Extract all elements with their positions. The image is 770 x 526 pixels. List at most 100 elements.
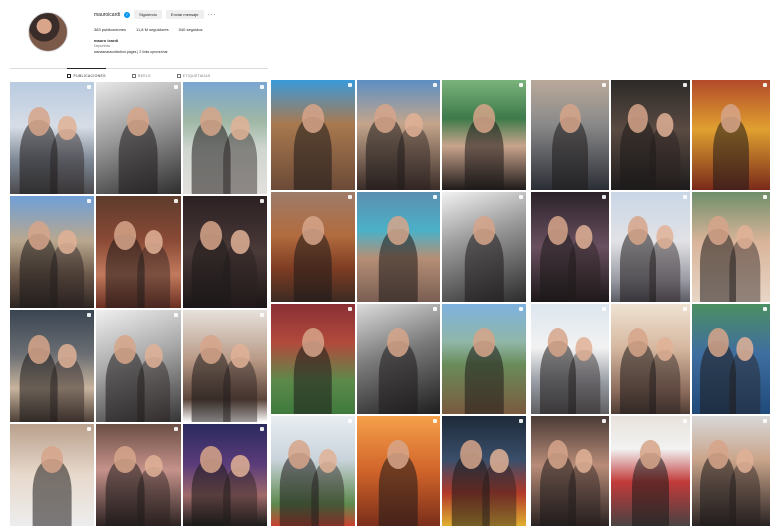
post-thumbnail[interactable] bbox=[442, 192, 526, 302]
multi-photo-icon bbox=[87, 85, 92, 89]
post-thumbnail[interactable] bbox=[531, 192, 610, 302]
post-thumbnail[interactable] bbox=[96, 310, 181, 422]
post-thumbnail[interactable] bbox=[182, 82, 267, 194]
multi-photo-icon bbox=[602, 195, 607, 199]
multi-photo-icon bbox=[518, 83, 523, 87]
more-options-icon[interactable]: ··· bbox=[208, 12, 217, 18]
person-head bbox=[58, 115, 77, 141]
post-thumbnail[interactable] bbox=[10, 196, 95, 308]
person-head bbox=[547, 440, 568, 469]
profile-bio[interactable]: wandanaracollection.pages | 2 links opro… bbox=[94, 50, 168, 54]
post-thumbnail[interactable] bbox=[691, 192, 770, 302]
post-thumbnail[interactable] bbox=[182, 424, 267, 526]
person-head bbox=[301, 328, 324, 357]
multi-photo-icon bbox=[518, 419, 523, 423]
post-thumbnail[interactable] bbox=[10, 310, 95, 422]
post-thumbnail[interactable] bbox=[531, 416, 610, 526]
post-thumbnail[interactable] bbox=[531, 304, 610, 414]
post-thumbnail[interactable] bbox=[611, 416, 690, 526]
post-thumbnail[interactable] bbox=[356, 304, 441, 414]
person-head bbox=[200, 334, 223, 364]
person-head bbox=[720, 104, 742, 133]
post-thumbnail[interactable] bbox=[10, 424, 95, 526]
post-thumbnail[interactable] bbox=[356, 192, 441, 302]
person-head bbox=[27, 106, 50, 136]
post-thumbnail[interactable] bbox=[691, 80, 770, 190]
multi-photo-icon bbox=[602, 83, 607, 87]
post-thumbnail[interactable] bbox=[442, 80, 526, 190]
post-thumbnail[interactable] bbox=[691, 416, 770, 526]
multi-photo-icon bbox=[173, 427, 178, 431]
post-thumbnail[interactable] bbox=[10, 82, 95, 194]
tab-etiquetadas[interactable]: ETIQUETADAS bbox=[176, 69, 211, 79]
post-thumbnail[interactable] bbox=[442, 416, 526, 526]
person-head bbox=[387, 440, 410, 469]
post-thumbnail[interactable] bbox=[271, 80, 355, 190]
multi-photo-icon bbox=[602, 307, 607, 311]
person-head bbox=[708, 216, 729, 245]
send-message-button[interactable]: Enviar mensaje bbox=[165, 10, 204, 19]
person-head bbox=[473, 328, 496, 357]
following-button[interactable]: Siguiendo bbox=[134, 10, 162, 19]
followers-count[interactable]: 11,8 M seguidores bbox=[136, 27, 169, 32]
multi-photo-icon bbox=[763, 83, 767, 87]
post-thumbnail[interactable] bbox=[611, 192, 690, 302]
person-head bbox=[640, 440, 661, 469]
grid-icon bbox=[67, 73, 72, 78]
following-count[interactable]: 540 seguidos bbox=[179, 27, 203, 32]
person-head bbox=[301, 216, 324, 245]
multi-photo-icon bbox=[682, 83, 687, 87]
person-head bbox=[627, 104, 649, 133]
post-thumbnail[interactable] bbox=[271, 304, 355, 414]
person-head bbox=[114, 220, 136, 250]
post-thumbnail[interactable] bbox=[442, 304, 526, 414]
multi-photo-icon bbox=[173, 199, 178, 203]
tab-publicaciones[interactable]: PUBLICACIONES bbox=[67, 68, 106, 79]
multi-photo-icon bbox=[682, 307, 687, 311]
multi-photo-icon bbox=[763, 419, 767, 423]
post-thumbnail[interactable] bbox=[356, 80, 441, 190]
person-head bbox=[127, 106, 150, 136]
tab-reels[interactable]: REELS bbox=[131, 69, 151, 79]
person-head bbox=[230, 343, 250, 369]
multi-photo-icon bbox=[763, 195, 767, 199]
posts-grid-left bbox=[10, 82, 267, 526]
multi-photo-icon bbox=[518, 307, 523, 311]
post-thumbnail[interactable] bbox=[531, 80, 610, 190]
post-thumbnail[interactable] bbox=[611, 304, 690, 414]
post-thumbnail[interactable] bbox=[182, 310, 267, 422]
post-thumbnail[interactable] bbox=[96, 82, 181, 194]
multi-photo-icon bbox=[173, 313, 178, 317]
profile-stats: 383 publicaciones 11,8 M seguidores 540 … bbox=[94, 27, 202, 32]
person-head bbox=[473, 104, 496, 133]
person-head bbox=[387, 328, 410, 357]
profile-category: Deportista bbox=[94, 44, 110, 48]
post-thumbnail[interactable] bbox=[271, 192, 355, 302]
post-thumbnail[interactable] bbox=[271, 416, 355, 526]
avatar[interactable] bbox=[28, 12, 68, 52]
person-head bbox=[230, 229, 250, 255]
person-head bbox=[200, 106, 223, 136]
multi-photo-icon bbox=[433, 419, 438, 423]
tagged-icon bbox=[176, 73, 181, 78]
post-thumbnail[interactable] bbox=[611, 80, 690, 190]
person-head bbox=[708, 440, 729, 469]
profile-tabs: PUBLICACIONES REELS ETIQUETADAS bbox=[10, 68, 268, 79]
person-head bbox=[627, 216, 649, 245]
person-head bbox=[459, 440, 482, 469]
person-head bbox=[374, 104, 396, 133]
post-thumbnail[interactable] bbox=[182, 196, 267, 308]
person-head bbox=[144, 343, 163, 369]
post-thumbnail[interactable] bbox=[356, 416, 441, 526]
person-head bbox=[230, 115, 250, 141]
person-head bbox=[387, 216, 410, 245]
person-head bbox=[58, 229, 77, 255]
multi-photo-icon bbox=[347, 307, 352, 311]
person-head bbox=[288, 440, 311, 469]
post-thumbnail[interactable] bbox=[96, 196, 181, 308]
multi-photo-icon bbox=[260, 427, 264, 431]
post-thumbnail[interactable] bbox=[691, 304, 770, 414]
profile-full-name: mauro icardi bbox=[94, 38, 119, 43]
person-head bbox=[200, 446, 223, 473]
post-thumbnail[interactable] bbox=[96, 424, 181, 526]
